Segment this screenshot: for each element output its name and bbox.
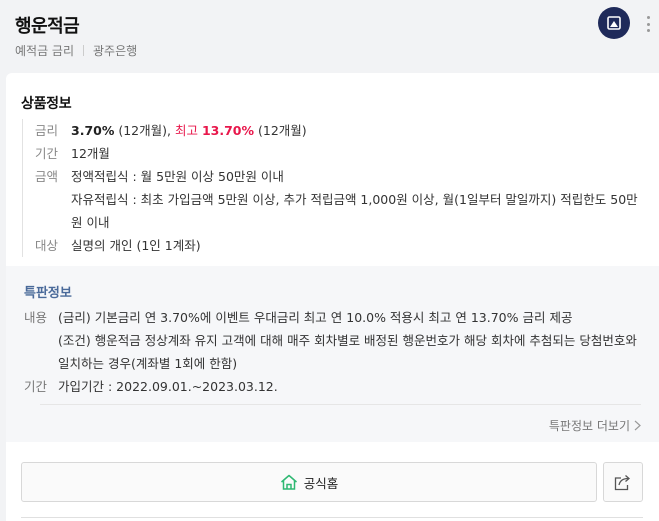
special-info-title: 특판정보 — [24, 286, 72, 301]
product-info-title: 상품정보 — [21, 96, 72, 112]
target-label: 대상 — [35, 238, 59, 253]
share-button[interactable] — [603, 462, 643, 502]
page-header: 행운적금 예적금 금리 광주은행 — [0, 0, 659, 72]
period-label: 기간 — [24, 379, 48, 394]
page-title: 행운적금 — [15, 16, 80, 37]
product-info-list: 금리 3.70% (12개월), 최고 13.70% (12개월) 기간 12개… — [22, 119, 642, 257]
max-rate: 최고 13.70% — [174, 123, 255, 138]
divider — [21, 517, 643, 518]
special-info-section: 특판정보 내용 (금리) 기본금리 연 3.70%에 이벤트 우대금리 최고 연… — [6, 266, 659, 442]
max-term: (12개월) — [254, 123, 307, 138]
home-icon — [280, 474, 297, 490]
target-row: 대상 실명의 개인 (1인 1계좌) — [23, 234, 642, 257]
special-more-link[interactable]: 특판정보 더보기 — [549, 417, 641, 434]
rate-label: 금리 — [35, 123, 59, 138]
term-value: 12개월 — [71, 146, 110, 161]
target-value: 실명의 개인 (1인 1계좌) — [71, 238, 201, 253]
base-rate: 3.70% — [71, 123, 115, 138]
divider — [83, 45, 85, 56]
chevron-right-icon — [634, 420, 641, 431]
base-term: (12개월), — [114, 123, 175, 138]
divider — [40, 404, 641, 405]
homepage-label: 공식홈 — [303, 475, 339, 491]
content-rate: (금리) 기본금리 연 3.70%에 이벤트 우대금리 최고 연 10.0% 적… — [58, 310, 573, 325]
more-vertical-icon[interactable] — [643, 13, 653, 35]
term-label: 기간 — [35, 146, 59, 161]
product-card: 상품정보 금리 3.70% (12개월), 최고 13.70% (12개월) 기… — [6, 73, 659, 521]
special-content-row: 내용 (금리) 기본금리 연 3.70%에 이벤트 우대금리 최고 연 10.0… — [24, 306, 644, 375]
share-icon — [614, 474, 630, 490]
term-row: 기간 12개월 — [23, 142, 642, 165]
bank-logo-icon[interactable] — [598, 7, 630, 39]
breadcrumb: 예적금 금리 광주은행 — [15, 42, 137, 59]
content-condition: (조건) 행운적금 정상계좌 유지 고객에 대해 매주 회차별로 배정된 행운번… — [58, 333, 637, 371]
content-label: 내용 — [24, 310, 48, 325]
amount-free: 자유적립식 : 최초 가입금액 5만원 이상, 추가 적립금액 1,000원 이… — [71, 192, 638, 230]
homepage-button[interactable]: 공식홈 — [21, 462, 597, 502]
rate-row: 금리 3.70% (12개월), 최고 13.70% (12개월) — [23, 119, 642, 142]
special-period-row: 기간 가입기간 : 2022.09.01.~2023.03.12. — [24, 375, 644, 398]
amount-fixed: 정액적립식 : 월 5만원 이상 50만원 이내 — [71, 169, 284, 184]
bank-name: 광주은행 — [93, 44, 138, 58]
amount-label: 금액 — [35, 169, 59, 184]
period-value: 가입기간 : 2022.09.01.~2023.03.12. — [58, 379, 278, 394]
amount-row: 금액 정액적립식 : 월 5만원 이상 50만원 이내 자유적립식 : 최초 가… — [23, 165, 642, 234]
category-label: 예적금 금리 — [15, 44, 75, 58]
